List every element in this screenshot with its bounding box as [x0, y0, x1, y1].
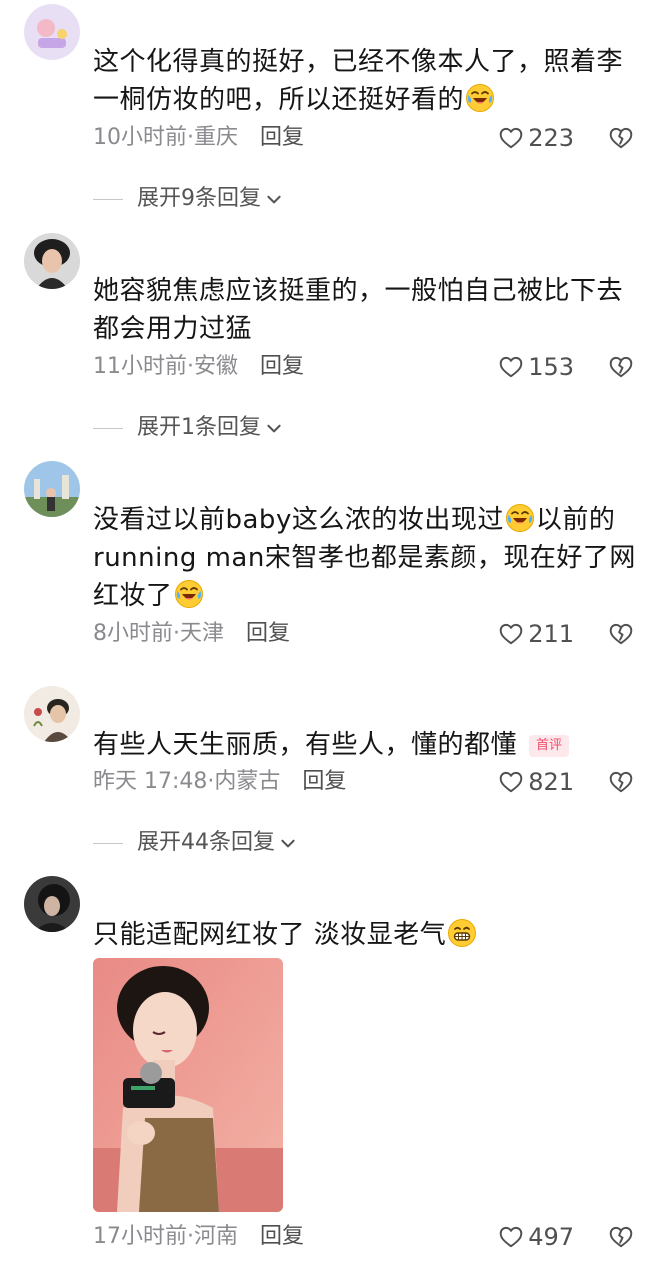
- comment-text: 没看过以前baby这么浓的妆出现过 以前的running man宋智孝也都是素颜，…: [93, 501, 638, 615]
- first-comment-badge: 首评: [529, 735, 570, 757]
- laugh-cry-emoji-icon: [465, 83, 495, 113]
- comment-time: 11小时前: [93, 354, 187, 379]
- broken-heart-icon[interactable]: [608, 769, 634, 795]
- like-button[interactable]: 821: [498, 768, 574, 796]
- like-count: 211: [528, 620, 574, 648]
- heart-outline-icon: [498, 621, 524, 647]
- expand-replies-label: 展开44条回复: [137, 830, 275, 855]
- comment-location: ·天津: [173, 621, 224, 646]
- comment-text-content: 没看过以前baby这么浓的妆出现过: [93, 505, 504, 535]
- expand-replies-button[interactable]: 展开44条回复: [93, 829, 297, 857]
- comment-time: 10小时前: [93, 125, 187, 150]
- comment-text-content: 她容貌焦虑应该挺重的，一般怕自己被比下去都会用力过猛: [93, 276, 624, 344]
- broken-heart-icon[interactable]: [608, 354, 634, 380]
- expand-replies-button[interactable]: 展开1条回复: [93, 414, 283, 442]
- chevron-down-icon: [265, 419, 283, 437]
- comment-meta: 17小时前·河南 回复: [93, 1223, 304, 1251]
- expand-replies-label: 展开1条回复: [137, 415, 261, 440]
- avatar[interactable]: [24, 686, 80, 742]
- comment-text-content: 只能适配网红妆了 淡妆显老气: [93, 920, 447, 950]
- broken-heart-icon[interactable]: [608, 1224, 634, 1250]
- comment-text: 只能适配网红妆了 淡妆显老气: [93, 916, 638, 954]
- expand-replies-label: 展开9条回复: [137, 186, 261, 211]
- comment-time: 昨天 17:48: [93, 769, 208, 794]
- comment-text: 有些人天生丽质，有些人，懂的都懂 首评: [93, 726, 638, 764]
- reply-button[interactable]: 回复: [260, 1224, 304, 1249]
- comment-photo[interactable]: [93, 958, 283, 1212]
- avatar[interactable]: [24, 876, 80, 932]
- heart-outline-icon: [498, 1224, 524, 1250]
- comment-text-content: 有些人天生丽质，有些人，懂的都懂: [93, 730, 518, 760]
- reply-button[interactable]: 回复: [260, 354, 304, 379]
- comment-meta: 昨天 17:48·内蒙古 回复: [93, 768, 346, 796]
- comment-time: 8小时前: [93, 621, 173, 646]
- comment-location: ·安徽: [187, 354, 238, 379]
- avatar[interactable]: [24, 4, 80, 60]
- like-button[interactable]: 153: [498, 353, 574, 381]
- chevron-down-icon: [265, 190, 283, 208]
- like-count: 497: [528, 1223, 574, 1251]
- divider: [93, 198, 123, 200]
- comment-location: ·重庆: [187, 125, 238, 150]
- comment-text: 这个化得真的挺好，已经不像本人了，照着李一桐仿妆的吧，所以还挺好看的: [93, 43, 638, 119]
- heart-outline-icon: [498, 125, 524, 151]
- laugh-cry-emoji-icon: [174, 579, 204, 609]
- comment-text: 她容貌焦虑应该挺重的，一般怕自己被比下去都会用力过猛: [93, 272, 638, 348]
- heart-outline-icon: [498, 769, 524, 795]
- reply-button[interactable]: 回复: [246, 621, 290, 646]
- comment-location: ·河南: [187, 1224, 238, 1249]
- broken-heart-icon[interactable]: [608, 125, 634, 151]
- comment-time: 17小时前: [93, 1224, 187, 1249]
- avatar[interactable]: [24, 233, 80, 289]
- avatar[interactable]: [24, 461, 80, 517]
- like-button[interactable]: 497: [498, 1223, 574, 1251]
- comment-meta: 10小时前·重庆 回复: [93, 124, 304, 152]
- divider: [93, 842, 123, 844]
- divider: [93, 427, 123, 429]
- broken-heart-icon[interactable]: [608, 621, 634, 647]
- reply-button[interactable]: 回复: [302, 769, 346, 794]
- laugh-cry-emoji-icon: [505, 503, 535, 533]
- like-count: 223: [528, 124, 574, 152]
- heart-outline-icon: [498, 354, 524, 380]
- chevron-down-icon: [279, 834, 297, 852]
- comment-meta: 11小时前·安徽 回复: [93, 353, 304, 381]
- like-button[interactable]: 211: [498, 620, 574, 648]
- like-count: 153: [528, 353, 574, 381]
- grin-emoji-icon: [447, 918, 477, 948]
- comment-meta: 8小时前·天津 回复: [93, 620, 290, 648]
- like-button[interactable]: 223: [498, 124, 574, 152]
- comment-text-content: 这个化得真的挺好，已经不像本人了，照着李一桐仿妆的吧，所以还挺好看的: [93, 47, 624, 115]
- comment-location: ·内蒙古: [207, 769, 281, 794]
- like-count: 821: [528, 768, 574, 796]
- expand-replies-button[interactable]: 展开9条回复: [93, 185, 283, 213]
- reply-button[interactable]: 回复: [260, 125, 304, 150]
